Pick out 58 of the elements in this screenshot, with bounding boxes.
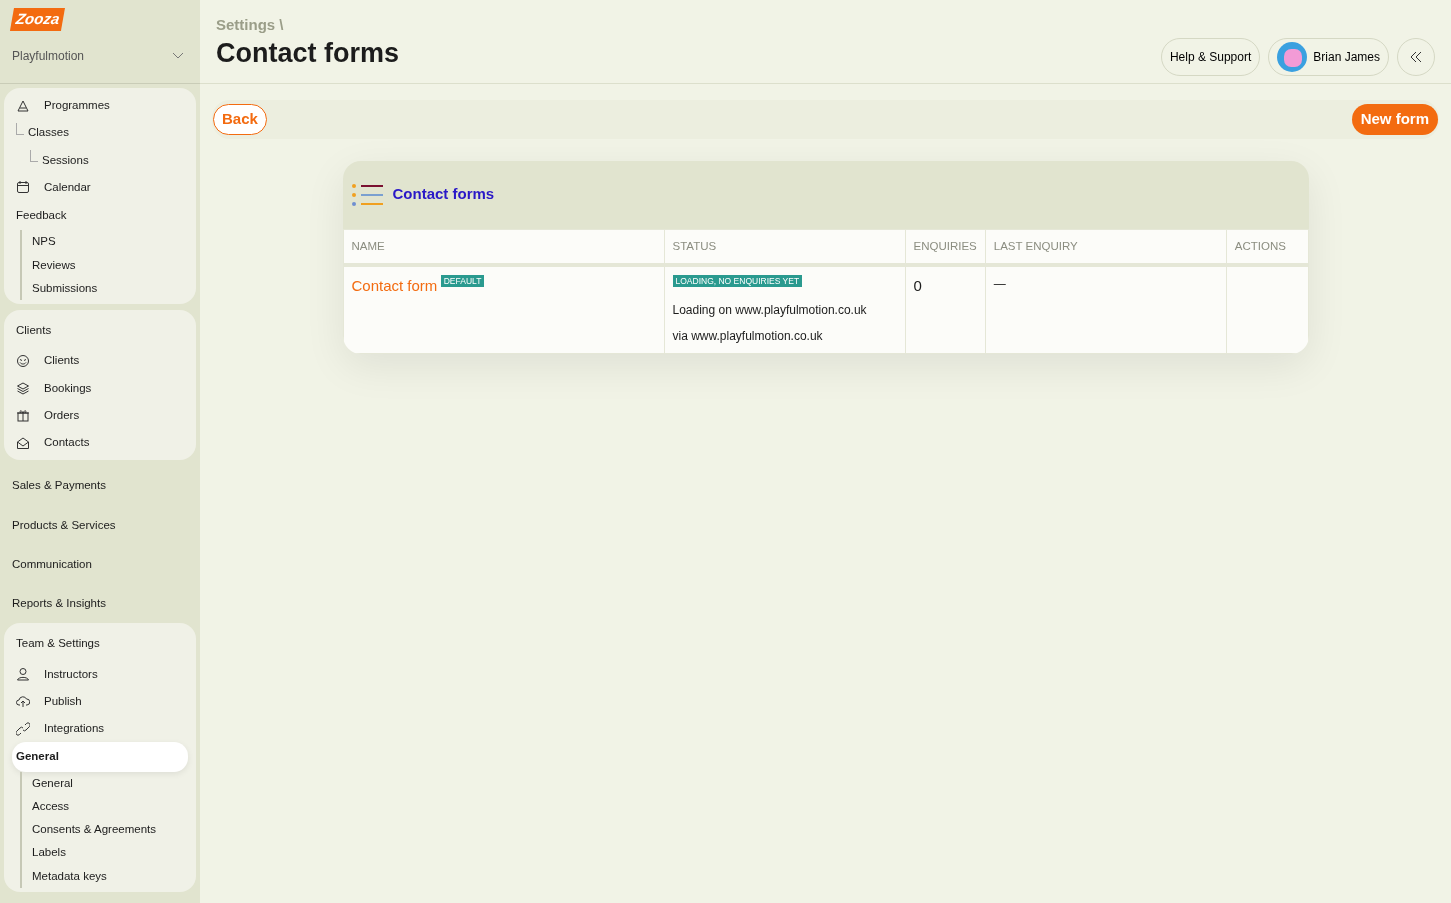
- nav-item[interactable]: Products & Services: [8, 505, 192, 545]
- nav-item[interactable]: Sessions: [42, 151, 89, 169]
- organization-selector[interactable]: Playfulmotion: [12, 46, 85, 65]
- nav-subitem[interactable]: Consents & Agreements: [30, 818, 188, 842]
- nav-item[interactable]: Contacts: [12, 429, 188, 457]
- nav-group-heading[interactable]: Feedback: [12, 201, 188, 231]
- status-badge: LOADING, NO ENQUIRIES YET: [672, 274, 803, 287]
- nav-group-heading[interactable]: General: [12, 742, 188, 772]
- nav-subitem[interactable]: Metadata keys: [30, 864, 188, 888]
- face-icon: [16, 353, 30, 368]
- gift-icon: [16, 408, 30, 423]
- nav-item[interactable]: Communication: [8, 544, 192, 584]
- user-menu-button[interactable]: Brian James: [1268, 38, 1389, 76]
- nav-item[interactable]: Publish: [12, 687, 188, 715]
- nav-subitem[interactable]: General: [30, 771, 188, 795]
- column-header: ENQUIRIES: [905, 229, 986, 265]
- nav-subitem[interactable]: Submissions: [30, 276, 188, 300]
- chevron-down-icon[interactable]: [172, 51, 184, 60]
- double-chevron-left-icon: [1409, 51, 1423, 63]
- person-icon: [16, 667, 30, 682]
- link-icon: [16, 721, 30, 736]
- nav-item[interactable]: Programmes: [12, 92, 188, 120]
- nav-item[interactable]: Bookings: [12, 374, 188, 402]
- nav-subitem[interactable]: NPS: [30, 230, 188, 254]
- section-heading: Clients: [15, 323, 53, 338]
- nav-item[interactable]: Sales & Payments: [8, 466, 192, 506]
- nav-subitem[interactable]: Access: [30, 794, 188, 818]
- nav-item[interactable]: Instructors: [12, 660, 188, 688]
- tree-branch: [16, 122, 24, 135]
- section-heading: Team & Settings: [15, 636, 101, 652]
- column-header: ACTIONS: [1226, 229, 1308, 265]
- table-cell: 0: [913, 276, 922, 294]
- list-icon: [350, 182, 385, 207]
- nav-subitem[interactable]: Reviews: [30, 253, 188, 277]
- card-title: Contact forms: [392, 184, 495, 205]
- nav-item[interactable]: Integrations: [12, 715, 188, 743]
- status-text: via www.playfulmotion.co.uk: [672, 327, 824, 345]
- nav-item[interactable]: Reports & Insights: [8, 584, 192, 624]
- column-header: NAME: [343, 229, 664, 265]
- nav-item[interactable]: Clients: [12, 347, 188, 375]
- default-badge: DEFAULT: [440, 274, 485, 287]
- cloud-upload-icon: [16, 694, 30, 709]
- page-title: Contact forms: [216, 36, 399, 69]
- envelope-icon: [16, 435, 30, 450]
- table-cell: —: [993, 276, 1006, 291]
- nav-item[interactable]: Calendar: [12, 173, 188, 201]
- nav-item[interactable]: Classes: [28, 124, 69, 142]
- avatar-icon: [1277, 42, 1308, 72]
- nav-item[interactable]: Orders: [12, 401, 188, 429]
- help-button[interactable]: Help & Support: [1160, 38, 1261, 76]
- tree-branch: [30, 150, 38, 163]
- tent-icon: [16, 98, 30, 113]
- calendar-icon: [16, 180, 30, 195]
- layers-icon: [16, 381, 30, 396]
- column-header: STATUS: [664, 229, 905, 265]
- column-header: LAST ENQUIRY: [985, 229, 1227, 265]
- nav-subitem[interactable]: Labels: [30, 841, 188, 865]
- status-text: Loading on www.playfulmotion.co.uk: [672, 301, 868, 319]
